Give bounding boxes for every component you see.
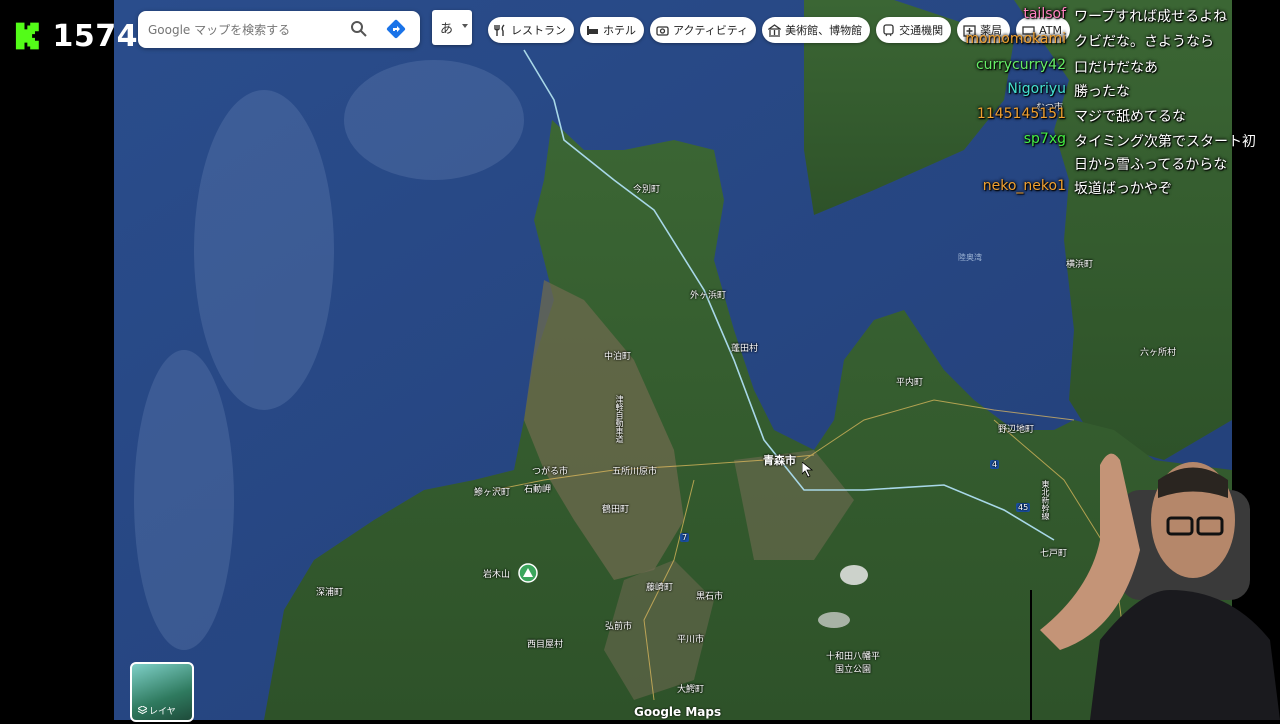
label-tsugaru[interactable]: つがる市 bbox=[532, 464, 568, 477]
ime-mode-label: あ bbox=[440, 22, 454, 37]
chip-museum[interactable]: 美術館、博物館 bbox=[762, 17, 871, 43]
camera-icon bbox=[656, 24, 669, 37]
label-sotogahama[interactable]: 外ヶ浜町 bbox=[690, 288, 726, 301]
viewer-badge: 1574 bbox=[6, 10, 138, 62]
label-aomori[interactable]: 青森市 bbox=[763, 452, 796, 468]
label-rokkasho[interactable]: 六ヶ所村 bbox=[1140, 345, 1176, 358]
chat-message: 勝ったな bbox=[1074, 84, 1130, 100]
label-goshogawara[interactable]: 五所川原市 bbox=[612, 464, 657, 477]
label-yokohama[interactable]: 横浜町 bbox=[1066, 257, 1093, 270]
label-iwakisan[interactable]: 岩木山 bbox=[483, 567, 510, 580]
label-nakadomari[interactable]: 中泊町 bbox=[604, 349, 631, 362]
chip-label: ホテル bbox=[603, 24, 636, 37]
chip-hotel[interactable]: ホテル bbox=[580, 17, 644, 43]
chat-username[interactable]: tailsof bbox=[1023, 6, 1066, 22]
chat-message: 口だけだなあ bbox=[1074, 60, 1158, 76]
viewer-count: 1574 bbox=[52, 18, 138, 54]
label-highway: 津軽自動車道 bbox=[615, 395, 624, 443]
directions-icon[interactable] bbox=[386, 19, 406, 39]
chat-username[interactable]: Nigoriyu bbox=[1007, 81, 1066, 97]
label-ajigasawa[interactable]: 鰺ヶ沢町 bbox=[474, 485, 510, 498]
label-owani[interactable]: 大鰐町 bbox=[677, 682, 704, 695]
label-tsuruta[interactable]: 鶴田町 bbox=[602, 502, 629, 515]
layers-button[interactable]: レイヤ bbox=[130, 662, 194, 722]
label-nishimeya[interactable]: 西目屋村 bbox=[527, 637, 563, 650]
hakkoda-snow bbox=[840, 565, 868, 585]
chat-message: ワープすれば成せるよね bbox=[1074, 9, 1228, 25]
webcam-overlay bbox=[1028, 440, 1280, 720]
ime-mode-button[interactable]: あ bbox=[432, 10, 472, 45]
route-4-shield: 4 bbox=[990, 460, 1000, 469]
museum-icon bbox=[767, 23, 783, 37]
chat-username[interactable]: momomokami bbox=[965, 31, 1066, 47]
fork-knife-icon bbox=[494, 24, 507, 37]
label-fukaura[interactable]: 深浦町 bbox=[316, 585, 343, 598]
chat-username[interactable]: neko_neko1 bbox=[983, 178, 1066, 194]
chat-message: クビだな。さようなら bbox=[1074, 34, 1214, 50]
route-45-shield: 45 bbox=[1016, 503, 1031, 512]
map-attribution: Google Maps bbox=[634, 705, 722, 719]
label-ishikiri[interactable]: 石動岬 bbox=[524, 482, 551, 495]
chat-username[interactable]: 1145145151 bbox=[977, 106, 1066, 122]
chip-label: 交通機関 bbox=[899, 24, 944, 37]
chip-label: 美術館、博物館 bbox=[785, 24, 863, 37]
chat-message: マジで舐めてるな bbox=[1074, 109, 1186, 125]
label-imabetsu[interactable]: 今別町 bbox=[633, 182, 660, 195]
label-hiranai[interactable]: 平内町 bbox=[896, 375, 923, 388]
label-yomogita[interactable]: 蓬田村 bbox=[731, 341, 758, 354]
chat-message: 日から雪ふってるからな bbox=[1074, 157, 1228, 173]
search-icon[interactable] bbox=[350, 20, 368, 38]
kick-logo-icon bbox=[15, 22, 39, 50]
chip-transit[interactable]: 交通機関 bbox=[876, 17, 952, 43]
chat-username[interactable]: sp7xg bbox=[1024, 131, 1066, 147]
hakkoda-snow-2 bbox=[818, 612, 850, 628]
label-kuroishi[interactable]: 黒石市 bbox=[696, 589, 723, 602]
search-input[interactable] bbox=[146, 21, 340, 38]
left-black-bar bbox=[0, 0, 114, 720]
label-towada-park[interactable]: 十和田八幡平 国立公園 bbox=[826, 649, 880, 675]
label-hirosaki[interactable]: 弘前市 bbox=[605, 619, 632, 632]
chevron-down-icon bbox=[462, 24, 468, 28]
streamer-shirt bbox=[1090, 590, 1280, 720]
chip-restaurant[interactable]: レストラン bbox=[488, 17, 574, 43]
bed-icon bbox=[586, 24, 599, 37]
chat-username[interactable]: currycurry42 bbox=[976, 57, 1066, 73]
label-noheji[interactable]: 野辺地町 bbox=[998, 422, 1034, 435]
layers-label: レイヤ bbox=[149, 707, 176, 717]
chip-activity[interactable]: アクティビティ bbox=[650, 17, 757, 43]
chip-label: アクティビティ bbox=[673, 24, 749, 37]
label-mutsu-bay: 陸奥湾 bbox=[958, 253, 982, 262]
mouse-cursor bbox=[801, 461, 814, 482]
layers-icon bbox=[138, 706, 147, 715]
chat-message: タイミング次第でスタート初 bbox=[1074, 134, 1256, 150]
label-hirakawa[interactable]: 平川市 bbox=[677, 632, 704, 645]
chip-label: レストラン bbox=[511, 24, 566, 37]
label-fujisaki[interactable]: 藤崎町 bbox=[646, 580, 673, 593]
search-box[interactable] bbox=[138, 11, 420, 48]
route-7-shield: 7 bbox=[680, 533, 690, 542]
transit-icon bbox=[882, 23, 895, 37]
chat-message: 坂道ばっかやぞ bbox=[1074, 181, 1172, 197]
